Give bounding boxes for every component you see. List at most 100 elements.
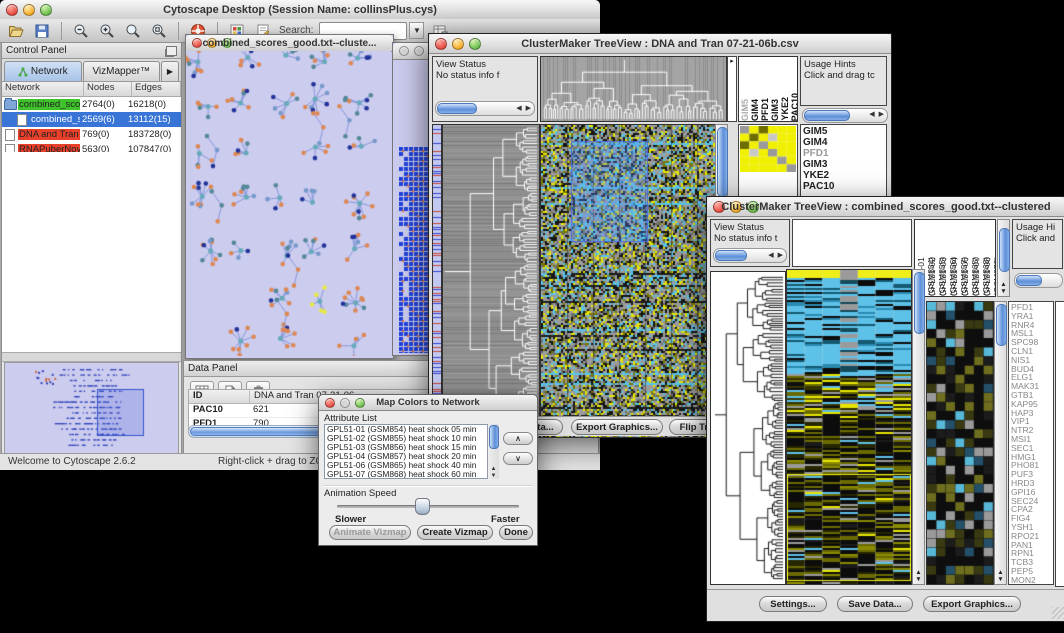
settings-button[interactable]: Settings... [759,596,827,612]
zoom-matrix-canvas[interactable] [740,126,796,172]
column-label[interactable]: GPL51-04 (GSM857) [949,220,960,296]
scrollbar-arrows[interactable]: ◀ ▶ [516,103,532,114]
zoom-selected-button[interactable] [149,21,169,40]
gene-label[interactable]: GIM5 [803,126,884,137]
scrollbar-thumb[interactable] [999,228,1010,272]
close-button[interactable] [399,46,409,56]
scrollbar-thumb[interactable] [996,304,1007,346]
listbox-vscrollbar[interactable]: ▲▼ [487,424,499,479]
column-label[interactable]: GPL51-03 (GSM856) [938,220,949,296]
col-nodes[interactable]: Nodes [84,82,132,96]
col-network[interactable]: Network [2,82,84,96]
column-label[interactable]: GIM4 [750,99,760,121]
export-graphics-button[interactable]: Export Graphics... [571,419,663,435]
save-button[interactable] [32,21,52,40]
network-row-icon [5,129,15,141]
network-view-titlebar[interactable]: combined_scores_good.txt--cluste... [186,35,393,52]
view-status-hscrollbar[interactable]: ◀ ▶ [713,248,787,263]
gene-label[interactable]: GIM4 [803,137,884,148]
gene-list-combined: PFD1YRA1RNR4MSL1SPC98CLN1NIS1BUD4ELG1MAK… [1008,301,1054,585]
column-label[interactable]: GIM3 [770,99,780,121]
scrollbar-arrows[interactable]: ▲▼ [913,569,924,583]
gene-label[interactable]: PAC10 [803,181,884,192]
zoom-in-button[interactable] [97,21,117,40]
column-label[interactable]: GPL51-08 (GSM872) [982,220,993,296]
scrollbar-arrows[interactable]: ▲▼ [488,466,499,479]
gene-label[interactable]: YKE2 [803,170,884,181]
panel-splitter[interactable] [2,352,181,362]
move-up-button[interactable]: ∧ [503,432,533,445]
main-titlebar[interactable]: Cytoscape Desktop (Session Name: collins… [0,0,600,20]
view-status-hscrollbar[interactable]: ◀ ▶ [435,101,535,116]
network-view-title: combined_scores_good.txt--cluste... [186,38,393,49]
gene-label[interactable]: MON2 [1011,576,1051,585]
zoom-vscrollbar[interactable]: ▲▼ [994,301,1007,585]
scrollbar-arrows[interactable]: ◀ ▶ [768,250,784,261]
network-row[interactable]: combined_sco 2569(6) 13112(15) [2,112,181,127]
slider-thumb[interactable] [415,498,430,515]
treeview-dna-titlebar[interactable]: ClusterMaker TreeView : DNA and Tran 07-… [429,34,891,54]
resize-grip[interactable] [1052,607,1064,619]
animate-vizmap-button[interactable]: Animate Vizmap [329,525,411,540]
save-data-button[interactable]: Save Data... [837,596,913,612]
zoom-out-button[interactable] [71,21,91,40]
scrollbar-arrows[interactable]: ▲▼ [995,569,1006,583]
network-overview-canvas[interactable] [5,363,176,451]
network-row[interactable]: DNA and Tran 07 769(0) 183728(0) [2,127,181,142]
usage-hints-hscrollbar[interactable]: ◀ ▶ [802,108,888,123]
row-dendrogram-canvas[interactable] [443,125,539,437]
dialog-titlebar[interactable]: Map Colors to Network [319,395,537,411]
column-label[interactable]: GPL51-02 (GSM855) [927,220,938,296]
network-graph-canvas[interactable] [186,51,391,356]
column-label[interactable]: PAC10 [790,93,798,121]
open-file-button[interactable] [6,21,26,40]
col-edges[interactable]: Edges [132,82,181,96]
heatmap-canvas[interactable] [541,125,715,437]
create-vizmap-button[interactable]: Create Vizmap [417,525,493,540]
column-dendrogram-canvas[interactable] [541,57,726,121]
zoom-fit-button[interactable] [123,21,143,40]
row-dendrogram-canvas[interactable] [711,272,785,584]
column-labels-vscrollbar[interactable]: ▲▼ [997,219,1010,297]
network-row-icon [4,100,17,110]
move-down-button[interactable]: ∨ [503,452,533,465]
heatmap-canvas[interactable] [787,270,911,584]
tab-vizmapper[interactable]: VizMapper™ [83,61,161,81]
search-dropdown-arrow[interactable]: ▼ [409,22,424,39]
column-label[interactable]: YKE2 [780,97,790,121]
attribute-list-item[interactable]: GPL51-07 (GSM868) heat shock 60 min [325,470,497,479]
col-id[interactable]: ID [189,390,250,403]
usage-hints-hscrollbar[interactable] [1014,273,1063,288]
scrollbar-thumb[interactable] [914,272,925,334]
tab-network[interactable]: Network [4,61,82,81]
heatmap-vscrollbar[interactable]: ▲▼ [912,269,925,585]
network-overview-panel[interactable] [4,362,179,454]
column-label[interactable]: PFD1 [760,98,770,121]
scrollbar-arrows[interactable]: ◀ ▶ [869,110,885,118]
attribute-listbox[interactable]: GPL51-01 (GSM854) heat shock 05 minGPL51… [324,424,498,479]
column-label[interactable]: GPL51-06 (GSM865) [960,220,971,296]
network-nodes-count: 769(0) [80,129,126,140]
treeview-combined-titlebar[interactable]: ClusterMaker TreeView : combined_scores_… [707,197,1064,217]
gene-label[interactable]: GIM3 [803,159,884,170]
scrollbar-arrows[interactable]: ▲▼ [998,281,1009,295]
scrollbar-thumb[interactable] [1016,275,1042,286]
float-panel-icon[interactable] [166,46,177,56]
done-button[interactable]: Done [499,525,533,540]
scrollbar-thumb[interactable] [717,127,728,197]
scrollbar-thumb[interactable] [489,425,499,449]
column-dendrogram-panel[interactable] [792,219,912,267]
scrollbar-thumb[interactable] [715,250,747,261]
column-label[interactable]: GPL51-07 (GSM868) [971,220,982,296]
network-row[interactable]: combined_scores 2764(0) 16218(0) [2,97,181,112]
splitter-strip[interactable]: ▸ [727,56,737,122]
tab-overflow-button[interactable]: ▶ [161,61,179,81]
scrollbar-thumb[interactable] [804,110,850,121]
zoom-heatmap-canvas[interactable] [927,302,993,584]
export-graphics-button[interactable]: Export Graphics... [923,596,1021,612]
column-label[interactable]: GIM5 [740,99,750,121]
gene-label[interactable]: PFD1 [803,148,884,159]
scrollbar-thumb[interactable] [437,103,477,114]
network-edges-count: 183728(0) [126,129,181,140]
minimize-button[interactable] [414,46,424,56]
